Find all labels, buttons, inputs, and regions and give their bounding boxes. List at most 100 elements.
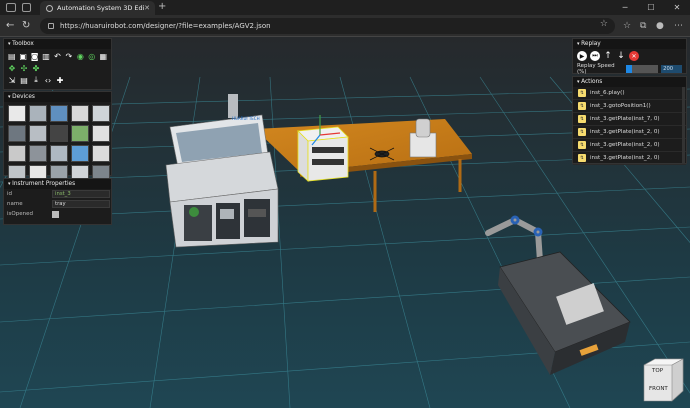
property-row-id: id inst_3 xyxy=(4,189,111,199)
code-icon[interactable]: ‹› xyxy=(43,75,53,85)
action-label: inst_3.getPlate(inst_2, 0) xyxy=(590,129,660,135)
back-icon[interactable]: ← xyxy=(6,19,14,33)
actions-header[interactable]: Actions xyxy=(573,77,686,87)
device-thumbnail[interactable] xyxy=(50,125,68,142)
open-folder-icon[interactable]: ▣ xyxy=(18,51,27,61)
maximize-button[interactable]: ☐ xyxy=(638,0,664,15)
redo-icon[interactable]: ↷ xyxy=(64,51,73,61)
import-icon[interactable]: ⇲ xyxy=(7,75,17,85)
device-thumbnail[interactable] xyxy=(29,125,47,142)
action-item[interactable]: ↯ inst_3.gotoPosition1() xyxy=(573,100,686,113)
property-key: name xyxy=(7,201,23,207)
new-tab-button[interactable]: + xyxy=(158,1,166,13)
action-item[interactable]: ↯ inst_6.play() xyxy=(573,87,686,100)
browser-tab[interactable]: Automation System 3D Editor ✕ xyxy=(40,1,155,15)
arrow-down-icon[interactable]: ↓ xyxy=(616,51,626,61)
replay-speed-input[interactable]: 200 xyxy=(661,65,682,73)
cube-front-label: FRONT xyxy=(649,386,668,392)
device-thumbnail[interactable] xyxy=(71,105,89,122)
device-thumbnail[interactable] xyxy=(71,125,89,142)
3d-viewport[interactable]: HUARUI TECH ▾ Toolbox ▤ ▣ ◙ ▥ ↶ ↷ ◉ ◎ ▦ … xyxy=(0,37,690,408)
view-navigation-cube[interactable]: TOP FRONT xyxy=(641,357,686,405)
action-item[interactable]: ↯ inst_3.getPlate(inst_2, 0) xyxy=(573,139,686,152)
close-window-button[interactable]: ✕ xyxy=(664,0,690,15)
property-key: isOpened xyxy=(7,211,33,217)
url-text: https://huaruirobot.com/designer/?file=e… xyxy=(60,22,271,30)
action-icon: ↯ xyxy=(578,115,586,123)
profile-icon[interactable]: ● xyxy=(656,19,664,33)
rotate-icon[interactable]: ✣ xyxy=(19,63,29,73)
window-controls: ─ ☐ ✕ xyxy=(612,0,690,15)
property-name-field[interactable]: tray xyxy=(52,200,110,208)
actions-panel: Actions ↯ inst_6.play() ↯ inst_3.gotoPosit… xyxy=(572,76,687,165)
favorite-star-icon[interactable]: ☆ xyxy=(600,19,608,29)
device-thumbnail[interactable] xyxy=(50,145,68,162)
refresh-icon[interactable]: ↻ xyxy=(22,19,30,33)
action-icon: ↯ xyxy=(578,128,586,136)
action-item[interactable]: ↯ inst_3.getPlate(inst_7, 0) xyxy=(573,113,686,126)
action-label: inst_3.getPlate(inst_2, 0) xyxy=(590,142,660,148)
play-icon[interactable]: ▶ xyxy=(577,51,587,61)
browser-window: Automation System 3D Editor ✕ + ─ ☐ ✕ ← … xyxy=(0,0,690,408)
action-icon: ↯ xyxy=(578,154,586,162)
close-tab-icon[interactable]: ✕ xyxy=(144,4,150,12)
tab-title: Automation System 3D Editor xyxy=(57,4,145,12)
more-menu-icon[interactable]: ⋯ xyxy=(674,19,683,33)
action-icon: ↯ xyxy=(578,89,586,97)
actions-scrollbar[interactable] xyxy=(682,87,685,163)
toolbox-header[interactable]: Toolbox xyxy=(4,39,111,49)
action-item[interactable]: ↯ inst_3.getPlate(inst_2, 0) xyxy=(573,152,686,165)
device-thumbnail[interactable] xyxy=(8,105,26,122)
action-item[interactable]: ↯ inst_3.getPlate(inst_2, 0) xyxy=(573,126,686,139)
favorites-icon[interactable]: ☆ xyxy=(623,19,631,33)
device-thumbnail[interactable] xyxy=(8,125,26,142)
replay-panel: Replay ▶ ⏭ ↑ ↓ ✕ Replay Speed (%) 200 xyxy=(572,38,687,75)
workspaces-icon[interactable] xyxy=(6,3,16,12)
puzzle-icon[interactable]: ✚ xyxy=(55,75,65,85)
step-forward-icon[interactable]: ⏭ xyxy=(590,51,600,61)
isopened-checkbox[interactable] xyxy=(52,210,59,218)
arrow-up-icon[interactable]: ↑ xyxy=(603,51,613,61)
property-row-name: name tray xyxy=(4,199,111,209)
grid-icon[interactable]: ▦ xyxy=(99,51,108,61)
download-icon[interactable]: ⤓ xyxy=(31,75,41,85)
replay-header[interactable]: Replay xyxy=(573,39,686,49)
minimize-button[interactable]: ─ xyxy=(612,0,638,15)
view-icon[interactable]: ◉ xyxy=(76,51,85,61)
tab-actions-icon[interactable] xyxy=(22,3,31,12)
scale-icon[interactable]: ✤ xyxy=(31,63,41,73)
device-thumbnail[interactable] xyxy=(29,105,47,122)
stop-icon[interactable]: ✕ xyxy=(629,51,639,61)
machine-label: HUARUI TECH xyxy=(232,116,260,121)
action-icon: ↯ xyxy=(578,102,586,110)
move-icon[interactable]: ✥ xyxy=(7,63,17,73)
devices-header[interactable]: Devices xyxy=(4,92,111,102)
save-icon[interactable]: ◙ xyxy=(30,51,39,61)
new-file-icon[interactable]: ▤ xyxy=(7,51,16,61)
device-thumbnail[interactable] xyxy=(71,145,89,162)
device-thumbnail[interactable] xyxy=(8,145,26,162)
view-alt-icon[interactable]: ◎ xyxy=(87,51,96,61)
export-icon[interactable]: ▤ xyxy=(19,75,29,85)
device-thumbnail[interactable] xyxy=(29,145,47,162)
device-thumbnail[interactable] xyxy=(92,145,110,162)
replay-speed-slider[interactable] xyxy=(626,65,659,73)
collections-icon[interactable]: ⧉ xyxy=(640,19,646,33)
device-thumbnail[interactable] xyxy=(50,105,68,122)
device-thumbnail[interactable] xyxy=(92,105,110,122)
properties-header[interactable]: Instrument Properties xyxy=(4,179,111,189)
delete-icon[interactable]: ▥ xyxy=(41,51,50,61)
action-label: inst_3.gotoPosition1() xyxy=(590,103,651,109)
device-thumbnail[interactable] xyxy=(92,125,110,142)
undo-icon[interactable]: ↶ xyxy=(53,51,62,61)
property-id-field[interactable]: inst_3 xyxy=(52,190,110,198)
agv-robot xyxy=(498,251,631,375)
device-grid xyxy=(4,102,111,185)
lab-machine: HUARUI TECH xyxy=(165,94,279,248)
address-bar[interactable]: https://huaruirobot.com/designer/?file=e… xyxy=(40,18,615,34)
toolbox-panel: Toolbox ▤ ▣ ◙ ▥ ↶ ↷ ◉ ◎ ▦ ✥ ✣ ✤ ⇲ ▤ ⤓ xyxy=(3,38,112,90)
property-key: id xyxy=(7,191,13,197)
action-icon: ↯ xyxy=(578,141,586,149)
instrument-properties-panel: Instrument Properties id inst_3 name tra… xyxy=(3,178,112,225)
action-label: inst_6.play() xyxy=(590,90,625,96)
